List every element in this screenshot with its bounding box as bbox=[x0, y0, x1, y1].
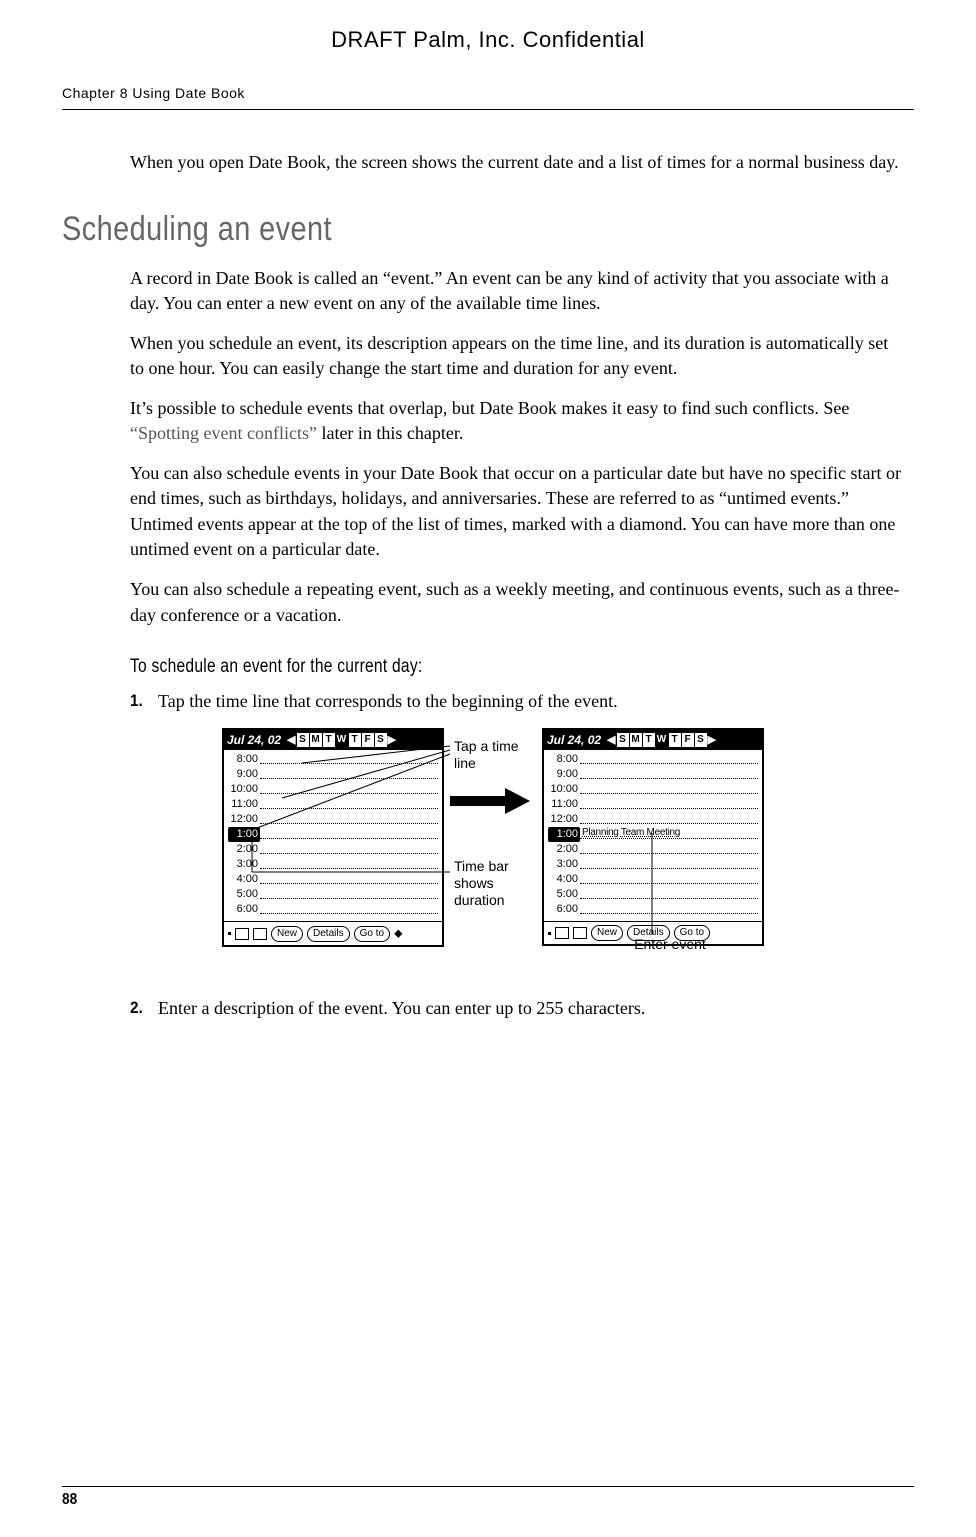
section-title-scheduling: Scheduling an event bbox=[62, 206, 786, 254]
para-untimed: You can also schedule events in your Dat… bbox=[130, 461, 904, 563]
link-spotting-conflicts[interactable]: “Spotting event conflicts” bbox=[130, 423, 317, 443]
para-overlap: It’s possible to schedule events that ov… bbox=[130, 396, 904, 447]
draft-banner: DRAFT Palm, Inc. Confidential bbox=[62, 25, 914, 56]
para-schedule: When you schedule an event, its descript… bbox=[130, 331, 904, 382]
intro-paragraph: When you open Date Book, the screen show… bbox=[130, 150, 904, 176]
subhead-schedule-today: To schedule an event for the current day… bbox=[130, 654, 765, 681]
para-repeating: You can also schedule a repeating event,… bbox=[130, 577, 904, 628]
page-number: 88 bbox=[62, 1489, 77, 1511]
para-event-def: A record in Date Book is called an “even… bbox=[130, 266, 904, 317]
step-2: 2. Enter a description of the event. You… bbox=[158, 996, 904, 1022]
chapter-heading: Chapter 8 Using Date Book bbox=[62, 84, 914, 111]
step-1: 1. Tap the time line that corresponds to… bbox=[158, 689, 904, 715]
figure-datebook: Jul 24, 02 ◀ SMTWTFS ▶ 8:009:0010:0011:0… bbox=[222, 728, 904, 968]
